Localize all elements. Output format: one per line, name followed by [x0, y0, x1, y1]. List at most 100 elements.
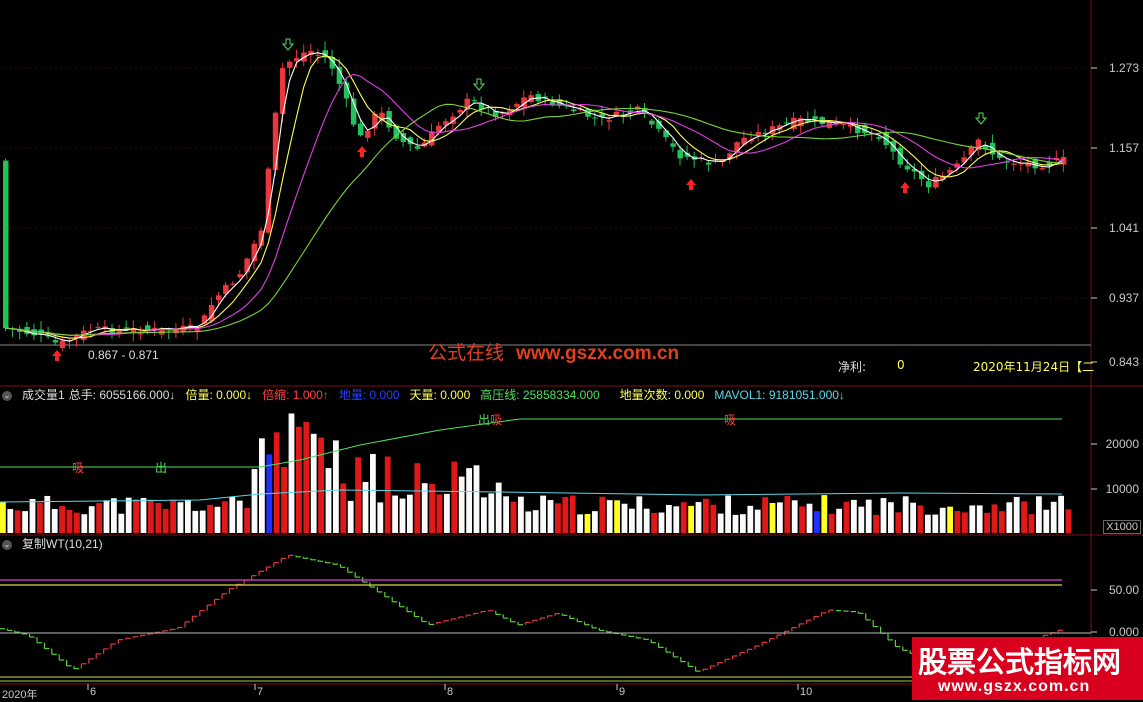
price-tick-3: 1.041 — [1108, 221, 1139, 235]
volume-bar — [133, 499, 139, 533]
volume-bar — [540, 495, 546, 533]
volume-bar — [236, 500, 243, 533]
volume-bar — [695, 502, 702, 533]
buy-signal-1: 吸 — [72, 461, 85, 475]
sell-arrow-icon — [281, 38, 295, 51]
volume-bar — [192, 510, 199, 533]
volume-bar — [1065, 509, 1072, 533]
volume-bar — [488, 493, 495, 533]
sell-arrow-icon — [974, 112, 988, 125]
volume-bar — [481, 497, 487, 533]
candle-body — [471, 100, 478, 102]
candle-body — [137, 333, 144, 335]
volume-bar — [769, 502, 776, 533]
volume-bar — [976, 505, 983, 533]
volume-bar — [836, 508, 842, 533]
candle-body — [705, 162, 712, 165]
candle-body — [514, 104, 520, 107]
volume-bar — [947, 506, 953, 533]
candle-body — [272, 112, 279, 171]
volume-bar — [199, 510, 206, 533]
candle-body — [414, 146, 421, 149]
volume-bar — [614, 500, 620, 533]
ma5-line — [5, 52, 1064, 342]
volume-bar — [888, 502, 894, 533]
volume-panel-header: ⌄ 成交量1 总手: 6055166.000↓ 倍量: 0.000↓ 倍缩: 1.000… — [0, 387, 855, 403]
volume-bar — [59, 506, 65, 533]
price-tick-5: 0.843 — [1108, 355, 1139, 369]
volume-bar — [185, 500, 191, 533]
volume-bar — [814, 511, 820, 533]
moving-average-lines — [5, 52, 1064, 342]
volume-bar — [392, 495, 398, 533]
volume-bar — [347, 500, 354, 533]
sell-signal-2: 出 — [478, 413, 491, 427]
volume-bar — [636, 496, 643, 533]
volume-bar — [606, 500, 613, 533]
volume-bar — [148, 499, 154, 533]
volume-bar — [762, 497, 768, 533]
banner-title: 股票公式指标网 — [918, 645, 1122, 679]
volume-bar — [399, 498, 406, 533]
volume-bar — [984, 512, 990, 533]
volume-bar — [962, 512, 968, 533]
volume-bar — [858, 506, 865, 533]
volume-bar — [777, 502, 783, 533]
volume-bar — [925, 514, 931, 533]
volume-bar — [103, 500, 110, 533]
volume-bar — [370, 453, 376, 533]
volume-bar — [118, 513, 125, 533]
volume-bar — [377, 502, 384, 533]
collapse-volume-icon[interactable]: ⌄ — [2, 390, 12, 401]
volume-bar — [177, 502, 184, 533]
volume-bar — [251, 469, 258, 533]
volume-bar — [784, 495, 791, 533]
candle-body — [670, 143, 676, 147]
wt-title[interactable]: 复制WT(10,21) — [22, 537, 103, 551]
volume-bar — [96, 503, 102, 533]
volume-bar — [288, 413, 295, 533]
candle-body — [3, 160, 9, 329]
volume-bar — [873, 514, 879, 533]
volume-bar — [125, 497, 132, 533]
site-banner[interactable]: 股票公式指标网 www.gszx.com.cn — [912, 637, 1143, 700]
candle-body — [187, 324, 194, 326]
volume-bar — [525, 511, 532, 533]
ma20-line — [5, 73, 1064, 336]
volume-high-line: 高压线: 25858334.000 — [480, 388, 600, 402]
candle-body — [755, 132, 762, 135]
volume-bar — [1028, 514, 1035, 533]
volume-bar — [754, 509, 761, 533]
volume-bar — [162, 508, 169, 533]
signal-arrows — [52, 38, 988, 361]
volume-bar — [643, 508, 650, 533]
volume-title[interactable]: 成交量1 — [22, 388, 65, 402]
volume-bar — [74, 512, 80, 533]
volume-bar — [518, 496, 524, 533]
buy-signal-3: 吸 — [724, 413, 737, 427]
volume-bar — [954, 511, 961, 533]
candle-body — [358, 123, 364, 136]
volume-bar — [281, 466, 287, 533]
candle-body — [315, 54, 321, 56]
volume-bar — [244, 507, 250, 533]
candle-body — [287, 61, 293, 68]
price-tick-2: 1.157 — [1108, 141, 1139, 155]
volume-bar — [1021, 501, 1027, 533]
candle-body — [840, 124, 847, 126]
volume-bar — [799, 506, 805, 533]
candle-body — [152, 327, 158, 329]
volume-bar — [865, 499, 872, 533]
volume-bar — [821, 495, 828, 533]
candle-body — [926, 181, 932, 188]
candle-body — [237, 274, 243, 278]
candle-body — [784, 122, 790, 124]
price-tick-1: 1.273 — [1108, 61, 1139, 75]
watermark-text: 公式在线 www.gszx.com.cn — [428, 338, 679, 365]
sell-signal-1: 出 — [155, 461, 168, 475]
watermark-url: www.gszx.com.cn — [516, 343, 680, 364]
volume-bar — [851, 499, 857, 533]
volume-bar — [0, 502, 6, 533]
collapse-wt-icon[interactable]: ⌄ — [2, 539, 12, 550]
volume-bar — [1036, 496, 1042, 533]
